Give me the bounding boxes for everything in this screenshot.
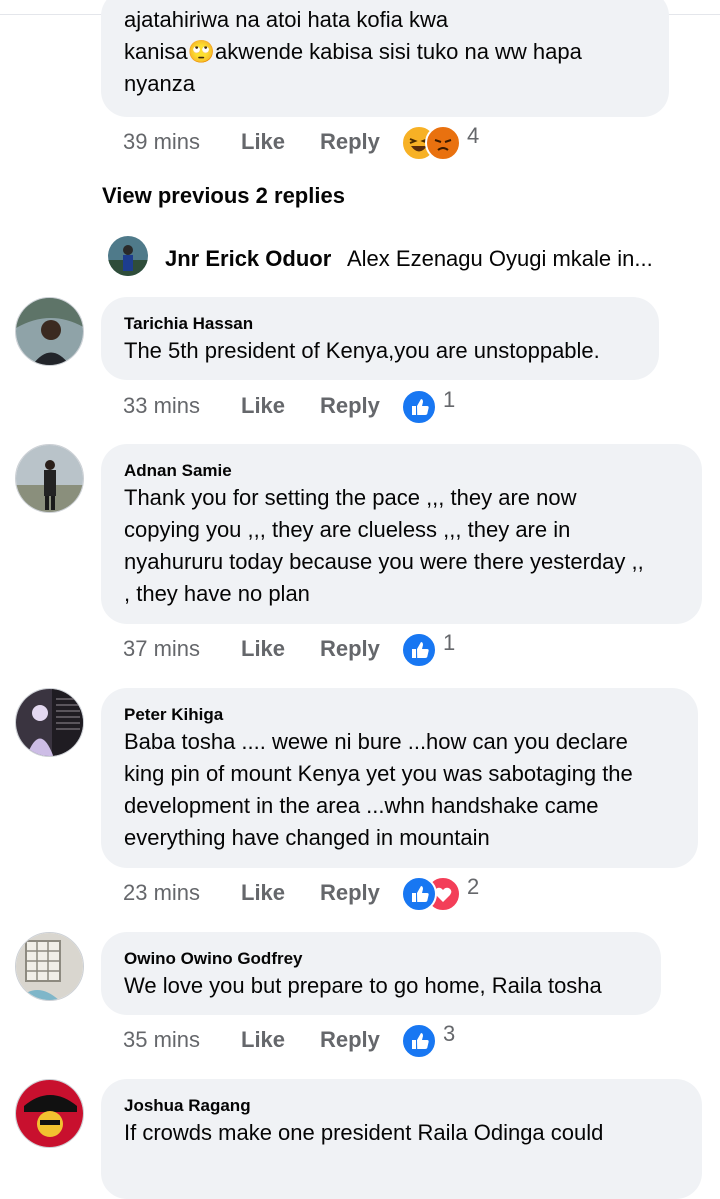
like-button[interactable]: Like	[241, 393, 285, 419]
comment-actions: 35 mins Like Reply 3	[123, 1021, 683, 1059]
reply-preview-text: Alex Ezenagu Oyugi mkale in...	[347, 246, 653, 271]
comment-author-name[interactable]: Adnan Samie	[124, 461, 232, 481]
like-button[interactable]: Like	[241, 636, 285, 662]
like-icon	[401, 632, 437, 668]
reply-button[interactable]: Reply	[320, 393, 380, 419]
reaction-count: 3	[443, 1021, 456, 1046]
reaction-count: 1	[443, 630, 456, 655]
reply-button[interactable]: Reply	[320, 1027, 380, 1053]
comment-author-name[interactable]: Owino Owino Godfrey	[124, 949, 303, 969]
reaction-summary[interactable]: 2	[401, 874, 511, 912]
comment-bubble[interactable]: Tarichia Hassan The 5th president of Ken…	[101, 297, 659, 380]
comment-text: Baba tosha .... wewe ni bure ...how can …	[124, 729, 633, 850]
like-button[interactable]: Like	[241, 1027, 285, 1053]
comment-author-name[interactable]: Tarichia Hassan	[124, 314, 253, 334]
comment-actions: 37 mins Like Reply 1	[123, 630, 683, 668]
like-icon	[401, 1023, 437, 1059]
comment-text: If crowds make one president Raila Oding…	[124, 1120, 604, 1145]
angry-icon	[425, 125, 461, 161]
comment-time[interactable]: 39 mins	[123, 129, 200, 155]
like-button[interactable]: Like	[241, 880, 285, 906]
comment-bubble[interactable]: Adnan Samie Thank you for setting the pa…	[101, 444, 702, 624]
comment-bubble[interactable]: Joshua Ragang If crowds make one preside…	[101, 1079, 702, 1199]
comment-time[interactable]: 23 mins	[123, 880, 200, 906]
comment-bubble[interactable]: ajatahiriwa na atoi hata kofia kwa kanis…	[101, 0, 669, 117]
reaction-summary[interactable]: 4	[401, 123, 511, 161]
comment-text: We love you but prepare to go home, Rail…	[124, 973, 602, 998]
comment-actions: 39 mins Like Reply 4	[123, 123, 683, 161]
reply-author-name[interactable]: Jnr Erick Oduor	[165, 246, 331, 272]
comment-time[interactable]: 35 mins	[123, 1027, 200, 1053]
comment-bubble[interactable]: Peter Kihiga Baba tosha .... wewe ni bur…	[101, 688, 698, 868]
comment-time[interactable]: 33 mins	[123, 393, 200, 419]
comment-author-name[interactable]: Joshua Ragang	[124, 1096, 251, 1116]
comment-actions: 23 mins Like Reply 2	[123, 874, 683, 912]
reply-button[interactable]: Reply	[320, 129, 380, 155]
avatar[interactable]	[15, 1079, 84, 1148]
reply-button[interactable]: Reply	[320, 636, 380, 662]
like-button[interactable]: Like	[241, 129, 285, 155]
view-previous-replies-link[interactable]: View previous 2 replies	[102, 183, 345, 209]
comment-text: Thank you for setting the pace ,,, they …	[124, 485, 644, 606]
reaction-count: 4	[467, 123, 480, 148]
comment-actions: 33 mins Like Reply 1	[123, 387, 683, 425]
avatar[interactable]	[15, 444, 84, 513]
comment-time[interactable]: 37 mins	[123, 636, 200, 662]
comment-text: The 5th president of Kenya,you are unsto…	[124, 338, 600, 363]
avatar[interactable]	[108, 236, 148, 276]
reaction-summary[interactable]: 1	[401, 387, 481, 425]
like-icon	[401, 876, 437, 912]
reaction-count: 2	[467, 874, 480, 899]
comment-text: ajatahiriwa na atoi hata kofia kwa kanis…	[124, 7, 582, 96]
reaction-summary[interactable]: 1	[401, 630, 481, 668]
reaction-count: 1	[443, 387, 456, 412]
comment-author-name[interactable]: Peter Kihiga	[124, 705, 223, 725]
reply-button[interactable]: Reply	[320, 880, 380, 906]
avatar[interactable]	[15, 688, 84, 757]
reply-preview[interactable]: Jnr Erick Oduor Alex Ezenagu Oyugi mkale…	[108, 236, 708, 276]
comment-bubble[interactable]: Owino Owino Godfrey We love you but prep…	[101, 932, 661, 1015]
reaction-summary[interactable]: 3	[401, 1021, 481, 1059]
avatar[interactable]	[15, 297, 84, 366]
avatar[interactable]	[15, 932, 84, 1001]
like-icon	[401, 389, 437, 425]
